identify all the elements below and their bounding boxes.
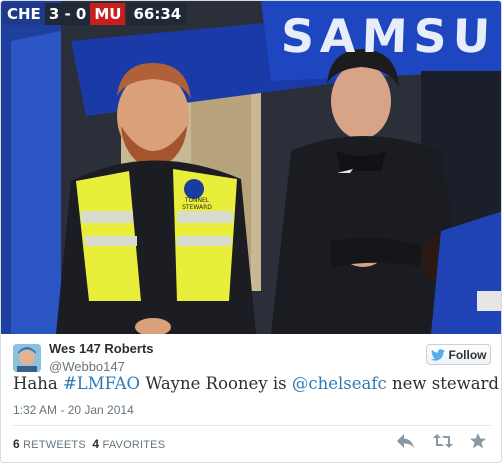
follow-button[interactable]: Follow [426, 344, 491, 365]
scoreboard-score: 3 - 0 [44, 3, 91, 25]
divider [13, 425, 491, 426]
tweet-actions [397, 433, 487, 449]
author-name[interactable]: Wes 147 Roberts [49, 341, 154, 356]
tweet-text-part: Wayne Rooney is [140, 374, 292, 393]
hashtag-link[interactable]: #LMFAO [63, 374, 140, 393]
scoreboard: CHE 3 - 0 MU 66:34 [3, 3, 188, 25]
avatar-image [13, 344, 41, 372]
mention-link[interactable]: @chelseafc [292, 374, 387, 393]
retweets-label[interactable]: RETWEETS [23, 439, 86, 451]
author-handle[interactable]: @Webbo147 [49, 359, 125, 374]
favorites-label[interactable]: FAVORITES [103, 439, 166, 451]
tweet-timestamp[interactable]: 1:32 AM - 20 Jan 2014 [13, 403, 134, 417]
avatar[interactable] [13, 344, 41, 372]
twitter-bird-icon [430, 348, 445, 361]
reply-icon[interactable] [397, 433, 415, 449]
scoreboard-clock: 66:34 [127, 3, 188, 25]
sponsor-banner-text: SAMSU [280, 9, 497, 63]
tweet-header: Wes 147 Roberts @Webbo147 Follow [13, 341, 491, 377]
favorites-count: 4 [92, 437, 100, 451]
tweet-photo[interactable]: CHE 3 - 0 MU 66:34 SAMSU TUNNEL STEWARD [1, 1, 501, 334]
tweet-text: Haha #LMFAO Wayne Rooney is @chelseafc n… [13, 374, 501, 393]
scoreboard-away-team: MU [90, 3, 126, 25]
tweet-stats: 6 RETWEETS 4 FAVORITES [13, 437, 165, 451]
tweet-text-part: Haha [13, 374, 63, 393]
scoreboard-home-team: CHE [3, 3, 45, 25]
retweets-count: 6 [13, 437, 20, 451]
retweet-icon[interactable] [433, 433, 453, 449]
tweet-text-part: new steward lol [391, 374, 501, 393]
vest-label: TUNNEL STEWARD [182, 197, 212, 211]
tweet-card: CHE 3 - 0 MU 66:34 SAMSU TUNNEL STEWARD … [0, 0, 502, 463]
follow-label: Follow [448, 347, 487, 362]
favorite-star-icon[interactable] [469, 433, 487, 449]
